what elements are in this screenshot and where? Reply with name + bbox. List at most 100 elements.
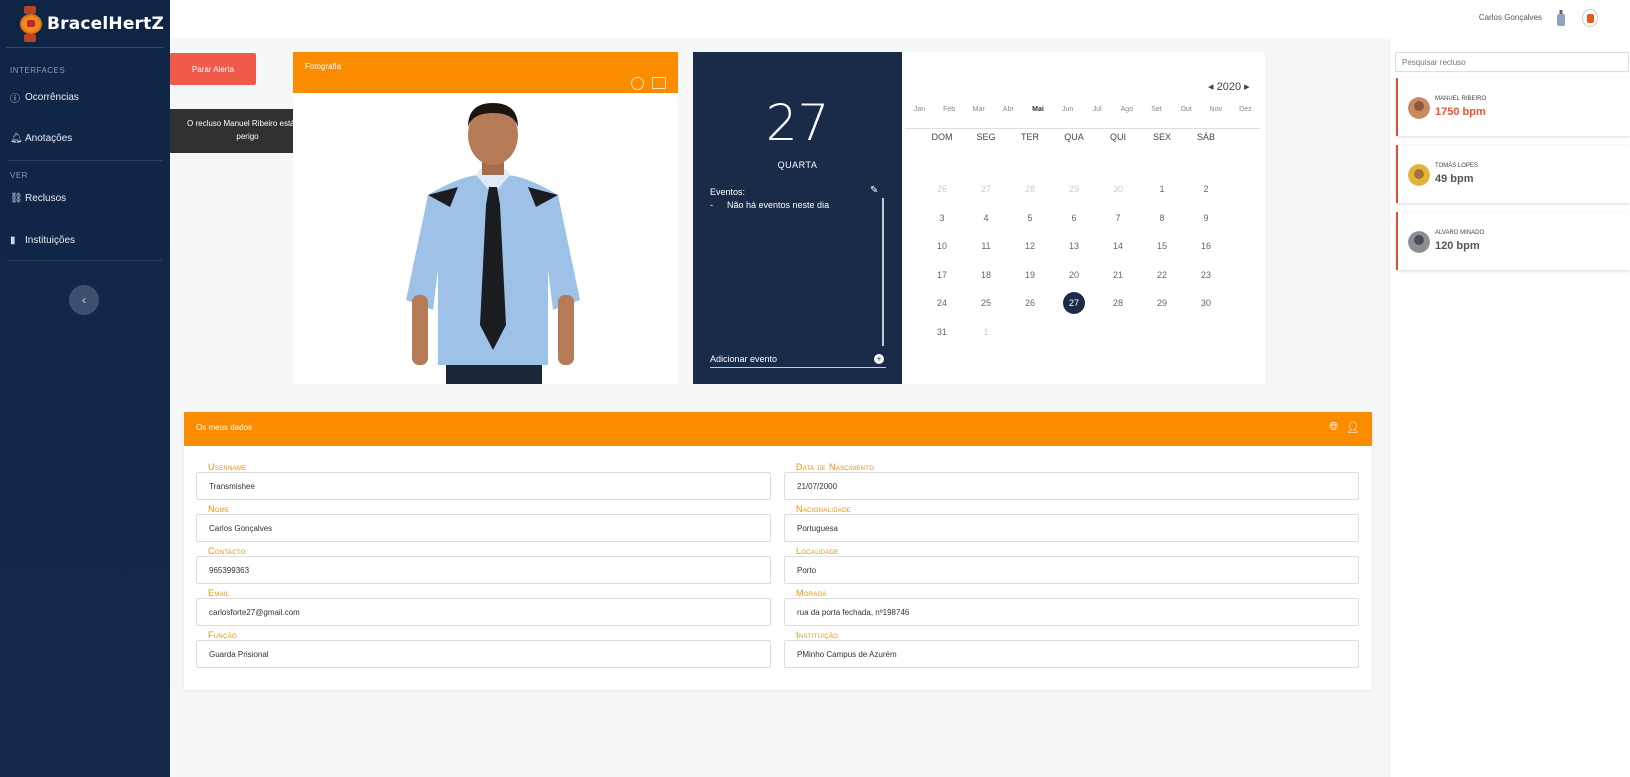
calendar-day[interactable]: 4: [964, 204, 1008, 233]
calendar-day[interactable]: 9: [1184, 204, 1228, 233]
sidebar-item-anotacoes[interactable]: 🔔︎ Anotações: [0, 128, 170, 148]
stop-alert-button[interactable]: Parar Alerta: [170, 53, 256, 85]
calendar-day[interactable]: 21: [1096, 261, 1140, 290]
email-input[interactable]: carlosforte27@gmail.com: [196, 598, 771, 626]
calendar-day[interactable]: 30: [1096, 175, 1140, 204]
field-label: Email: [208, 588, 230, 598]
month-option[interactable]: Mar: [964, 106, 993, 113]
institution-input[interactable]: PMinho Campus de Azurém: [784, 640, 1359, 668]
avatar: [1408, 164, 1430, 186]
month-option[interactable]: Jun: [1053, 106, 1082, 113]
image-upload-icon[interactable]: [652, 77, 666, 89]
month-option[interactable]: Nov: [1201, 106, 1230, 113]
inmate-name: Manuel Ribeiro: [1435, 96, 1487, 102]
inmate-panel: Manuel Ribeiro 1750 bpm Tomás Lopes 49 b…: [1391, 38, 1630, 777]
sidebar-item-ocorrencias[interactable]: ⓘ Ocorrências: [0, 87, 170, 107]
month-selector: Jan Feb Mar Abr Mai Jun Jul Ago Set Out Nov Dez: [905, 106, 1260, 113]
field-label: Nacionalidade: [796, 504, 852, 514]
calendar-day[interactable]: 11: [964, 232, 1008, 261]
calendar-day[interactable]: 28: [1008, 175, 1052, 204]
globe-icon[interactable]: 🌐︎: [1329, 421, 1338, 434]
calendar-day[interactable]: 14: [1096, 232, 1140, 261]
app-root: BracelHertZ Interfaces ⓘ Ocorrências 🔔︎ …: [0, 0, 1630, 777]
locality-input[interactable]: Porto: [784, 556, 1359, 584]
search-inmate-input[interactable]: [1395, 52, 1629, 72]
calendar-day[interactable]: 18: [964, 261, 1008, 290]
calendar-day[interactable]: 6: [1052, 204, 1096, 233]
username-input[interactable]: Transmishee: [196, 472, 771, 500]
calendar-day[interactable]: 2: [1184, 175, 1228, 204]
calendar-day[interactable]: 28: [1096, 289, 1140, 318]
month-option[interactable]: Dez: [1231, 106, 1260, 113]
pencil-icon[interactable]: ✎: [870, 185, 878, 196]
calendar-day[interactable]: 8: [1140, 204, 1184, 233]
calendar-day[interactable]: 1: [964, 318, 1008, 347]
calendar-day[interactable]: 7: [1096, 204, 1140, 233]
field-label: Data de Nascimento: [796, 462, 875, 472]
calendar-day[interactable]: 12: [1008, 232, 1052, 261]
calendar-day[interactable]: 1: [1140, 175, 1184, 204]
sidebar-item-reclusos[interactable]: ⛓ Reclusos: [0, 188, 170, 208]
month-option[interactable]: Jan: [905, 106, 934, 113]
add-event-label: Adicionar evento: [710, 354, 778, 364]
role-input[interactable]: Guarda Prisional: [196, 640, 771, 668]
circle-icon[interactable]: [631, 77, 644, 90]
chevron-right-icon[interactable]: ▸: [1244, 81, 1250, 93]
calendar-day[interactable]: 26: [920, 175, 964, 204]
avatar[interactable]: [1582, 9, 1598, 27]
inmate-card[interactable]: Tomás Lopes 49 bpm: [1396, 145, 1630, 203]
topbar: Carlos Gonçalves: [170, 0, 1630, 38]
bracelet-logo-icon: [18, 5, 42, 42]
calendar-day[interactable]: 27: [964, 175, 1008, 204]
name-field: Nome Carlos Gonçalves: [196, 504, 771, 542]
sidebar-item-instituicoes[interactable]: ▮ Instituições: [0, 230, 170, 250]
month-option[interactable]: Feb: [935, 106, 964, 113]
calendar-day[interactable]: 29: [1052, 175, 1096, 204]
profile-photo: [406, 103, 580, 384]
inmate-card[interactable]: Alvaro Minado 120 bpm: [1396, 212, 1630, 270]
calendar-day[interactable]: 3: [920, 204, 964, 233]
chevron-left-icon[interactable]: ◂: [1208, 81, 1214, 93]
sidebar-collapse-button[interactable]: ‹: [69, 285, 99, 315]
calendar-day[interactable]: 10: [920, 232, 964, 261]
weekday-label: DOM: [931, 132, 953, 142]
contact-input[interactable]: 965399363: [196, 556, 771, 584]
calendar-day[interactable]: 26: [1008, 289, 1052, 318]
calendar-day[interactable]: 31: [920, 318, 964, 347]
name-input[interactable]: Carlos Gonçalves: [196, 514, 771, 542]
calendar-day[interactable]: 29: [1140, 289, 1184, 318]
month-option[interactable]: Mai: [1024, 106, 1053, 113]
calendar-day[interactable]: 13: [1052, 232, 1096, 261]
calendar-day[interactable]: 20: [1052, 261, 1096, 290]
field-label: Morada: [796, 588, 827, 598]
calendar-day[interactable]: 15: [1140, 232, 1184, 261]
month-option[interactable]: Jul: [1083, 106, 1112, 113]
no-events-text: Não há eventos neste dia: [727, 200, 830, 210]
calendar-day[interactable]: 27: [1052, 289, 1096, 318]
calendar-day[interactable]: 5: [1008, 204, 1052, 233]
month-option[interactable]: Abr: [994, 106, 1023, 113]
calendar-day[interactable]: 30: [1184, 289, 1228, 318]
events-scrollbar[interactable]: [882, 198, 884, 346]
inmate-card[interactable]: Manuel Ribeiro 1750 bpm: [1396, 78, 1630, 136]
month-option[interactable]: Set: [1142, 106, 1171, 113]
bar-chart-icon: ▮: [10, 234, 16, 246]
calendar-day[interactable]: 24: [920, 289, 964, 318]
calendar-day[interactable]: 19: [1008, 261, 1052, 290]
calendar-day[interactable]: 16: [1184, 232, 1228, 261]
plus-circle-icon[interactable]: +: [874, 354, 884, 364]
calendar-day[interactable]: 22: [1140, 261, 1184, 290]
user-name[interactable]: Carlos Gonçalves: [1479, 13, 1542, 22]
calendar-day[interactable]: 25: [964, 289, 1008, 318]
user-edit-icon[interactable]: 👤︎: [1346, 421, 1360, 434]
brand[interactable]: BracelHertZ: [6, 0, 164, 48]
month-option[interactable]: Out: [1172, 106, 1201, 113]
birthdate-input[interactable]: 21/07/2000: [784, 472, 1359, 500]
add-event-input[interactable]: Adicionar evento +: [710, 354, 886, 368]
nationality-input[interactable]: Portuguesa: [784, 514, 1359, 542]
month-option[interactable]: Ago: [1112, 106, 1141, 113]
bottle-icon[interactable]: [1556, 10, 1566, 26]
calendar-day[interactable]: 23: [1184, 261, 1228, 290]
address-input[interactable]: rua da porta fechada, nº198746: [784, 598, 1359, 626]
calendar-day[interactable]: 17: [920, 261, 964, 290]
